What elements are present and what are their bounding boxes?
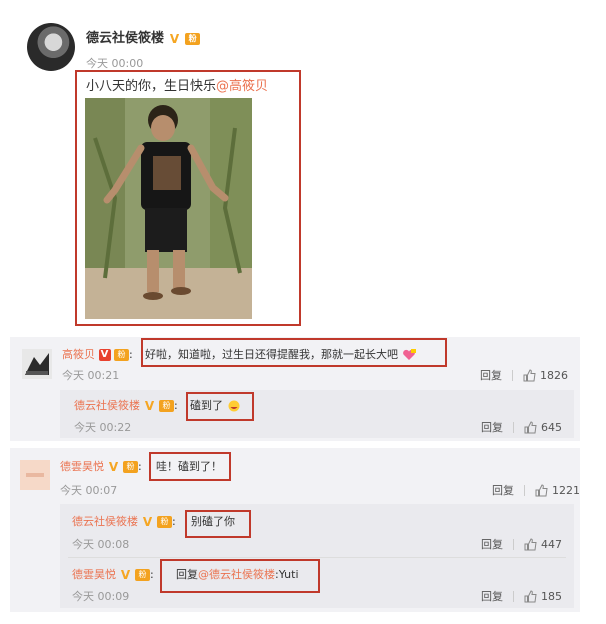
reply-author[interactable]: 德云社侯筱楼 V 粉:	[74, 397, 178, 413]
comment-author[interactable]: 高筱贝 V 粉:	[62, 346, 133, 362]
verified-icon: V	[144, 399, 155, 413]
reply-list: 德云社侯筱楼 V 粉: 磕到了 今天 00:22 回复 645	[60, 390, 574, 438]
reply-actions: 回复 185	[481, 588, 562, 604]
comment-avatar[interactable]	[20, 460, 50, 490]
highlight-box	[185, 510, 251, 538]
separator: :	[138, 460, 142, 473]
reply-author[interactable]: 德云社侯筱楼 V 粉:	[72, 513, 176, 529]
reply-time: 今天 00:22	[74, 421, 132, 434]
reply-time: 今天 00:09	[72, 590, 130, 603]
reply-button[interactable]: 回复	[481, 419, 503, 435]
action-divider	[512, 369, 513, 381]
reply-button[interactable]: 回复	[492, 482, 514, 498]
post-author-avatar[interactable]	[27, 23, 75, 71]
reply-button[interactable]: 回复	[480, 367, 502, 383]
action-divider	[513, 538, 514, 550]
like-count: 1221	[552, 483, 580, 497]
reply-author[interactable]: 德雲昊悦 V 粉:	[72, 566, 154, 582]
comment-avatar[interactable]	[22, 349, 52, 379]
action-divider	[513, 421, 514, 433]
like-icon[interactable]	[524, 589, 537, 603]
separator: :	[172, 515, 176, 528]
separator: :	[150, 568, 154, 581]
fan-badge-icon: 粉	[114, 349, 129, 361]
verified-icon: V	[142, 515, 153, 529]
avatar-image	[20, 460, 50, 490]
reply-time: 今天 00:08	[72, 538, 130, 551]
reply-actions: 回复 447	[481, 536, 562, 552]
reply-button[interactable]: 回复	[481, 536, 503, 552]
like-icon[interactable]	[524, 420, 537, 434]
fan-badge-icon: 粉	[159, 400, 174, 412]
fan-badge-icon: 粉	[185, 32, 201, 45]
reply-author-name[interactable]: 德雲昊悦	[72, 568, 116, 581]
highlight-box	[75, 70, 301, 326]
comment-author-name[interactable]: 高筱贝	[62, 348, 95, 361]
like-count: 185	[541, 589, 562, 603]
avatar-image	[22, 349, 52, 379]
verified-icon: V	[120, 568, 131, 582]
verified-icon: V	[98, 349, 111, 361]
highlight-box	[141, 338, 447, 367]
action-divider	[524, 484, 525, 496]
like-count: 1826	[540, 368, 568, 382]
reply-author-name[interactable]: 德云社侯筱楼	[72, 515, 138, 528]
like-icon[interactable]	[524, 537, 537, 551]
like-icon[interactable]	[523, 368, 536, 382]
post-time: 今天 00:00	[86, 57, 144, 70]
comment-author-name[interactable]: 德雲昊悦	[60, 460, 104, 473]
verified-icon: V	[169, 31, 180, 46]
reply-actions: 回复 645	[481, 419, 562, 435]
highlight-box	[149, 452, 231, 481]
reply-divider	[68, 557, 566, 558]
like-count: 645	[541, 420, 562, 434]
comment-actions: 回复 1221	[492, 482, 580, 498]
comment-author[interactable]: 德雲昊悦 V 粉:	[60, 458, 142, 474]
post-author[interactable]: 德云社侯筱楼 V 粉	[86, 27, 201, 46]
separator: :	[174, 399, 178, 412]
highlight-box	[160, 559, 320, 593]
fan-badge-icon: 粉	[123, 461, 138, 473]
separator: :	[129, 348, 133, 361]
post-author-name[interactable]: 德云社侯筱楼	[86, 31, 164, 46]
comment-time: 今天 00:07	[60, 484, 118, 497]
action-divider	[513, 590, 514, 602]
comment-actions: 回复 1826	[480, 367, 568, 383]
reply-author-name[interactable]: 德云社侯筱楼	[74, 399, 140, 412]
like-count: 447	[541, 537, 562, 551]
fan-badge-icon: 粉	[157, 516, 172, 528]
like-icon[interactable]	[535, 483, 548, 497]
highlight-box	[186, 392, 254, 421]
fan-badge-icon: 粉	[135, 569, 150, 581]
reply-button[interactable]: 回复	[481, 588, 503, 604]
verified-icon: V	[108, 460, 119, 474]
comment-time: 今天 00:21	[62, 369, 120, 382]
